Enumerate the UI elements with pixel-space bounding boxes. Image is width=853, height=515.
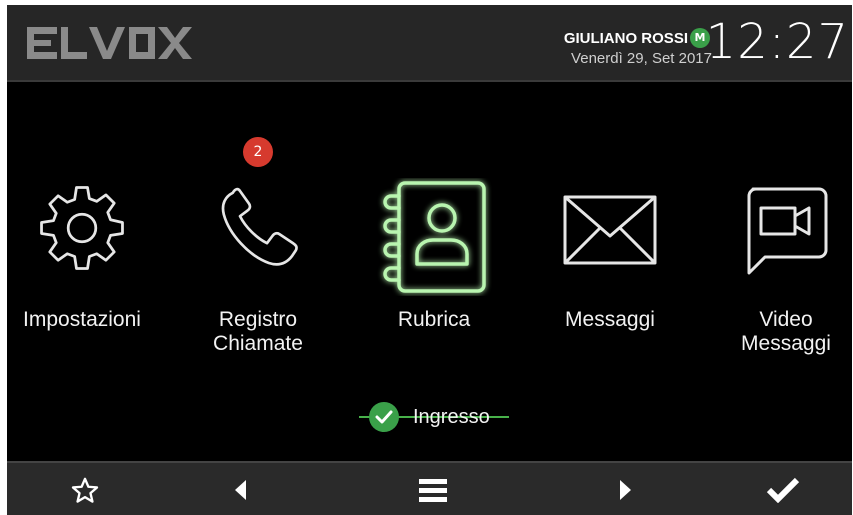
next-button[interactable]: [586, 463, 666, 515]
menu-icon: [419, 479, 447, 502]
missed-calls-badge: 2: [243, 137, 273, 167]
check-icon: [766, 477, 800, 503]
app-label: Messaggi: [525, 308, 695, 332]
app-label-line1: Video: [759, 308, 813, 331]
bottom-nav-bar: [7, 461, 852, 515]
date-label: Venerdì 29, Set 2017: [571, 50, 712, 67]
app-label-line1: Impostazioni: [23, 308, 141, 331]
app-settings[interactable]: Impostazioni: [7, 82, 167, 382]
menu-button[interactable]: [393, 463, 473, 515]
elvox-logo: [27, 25, 192, 66]
user-name: GIULIANO ROSSI: [563, 30, 688, 47]
header-bar: GIULIANO ROSSI M Venerdì 29, Set 2017 12…: [7, 5, 852, 82]
app-label-line1: Rubrica: [397, 308, 471, 331]
app-label-line2: Chiamate: [213, 332, 303, 355]
app-call-log[interactable]: 2 Registro Chiamate: [173, 82, 343, 382]
app-label-line2: Messaggi: [741, 332, 831, 355]
app-label: Impostazioni: [7, 308, 167, 332]
gear-icon: [36, 182, 128, 279]
app-label: Video Messaggi: [701, 308, 852, 356]
arrow-left-icon: [235, 480, 246, 500]
check-circle-icon: [369, 402, 399, 432]
arrow-right-icon: [620, 480, 631, 500]
logo-image: [27, 27, 192, 59]
app-messages[interactable]: Messaggi: [525, 82, 695, 382]
confirm-button[interactable]: [743, 463, 823, 515]
envelope-icon: [562, 194, 658, 271]
app-label: Registro Chiamate: [173, 308, 343, 356]
app-label-line1: Messaggi: [565, 308, 655, 331]
star-icon: [71, 477, 99, 503]
video-message-icon: [743, 186, 829, 281]
intercom-screen: GIULIANO ROSSI M Venerdì 29, Set 2017 12…: [7, 5, 852, 515]
app-video-messages[interactable]: Video Messaggi: [701, 82, 852, 382]
entrance-label: Ingresso: [413, 405, 490, 428]
app-label: Rubrica: [349, 308, 519, 332]
clock: 12:27: [705, 14, 849, 70]
favorites-button[interactable]: [45, 463, 125, 515]
entrance-selector[interactable]: Ingresso: [369, 400, 490, 434]
app-label-line1: Registro: [218, 308, 298, 331]
app-address-book[interactable]: Rubrica: [349, 82, 519, 382]
previous-button[interactable]: [200, 463, 280, 515]
address-book-icon: [369, 178, 499, 301]
phone-icon: [213, 182, 303, 277]
